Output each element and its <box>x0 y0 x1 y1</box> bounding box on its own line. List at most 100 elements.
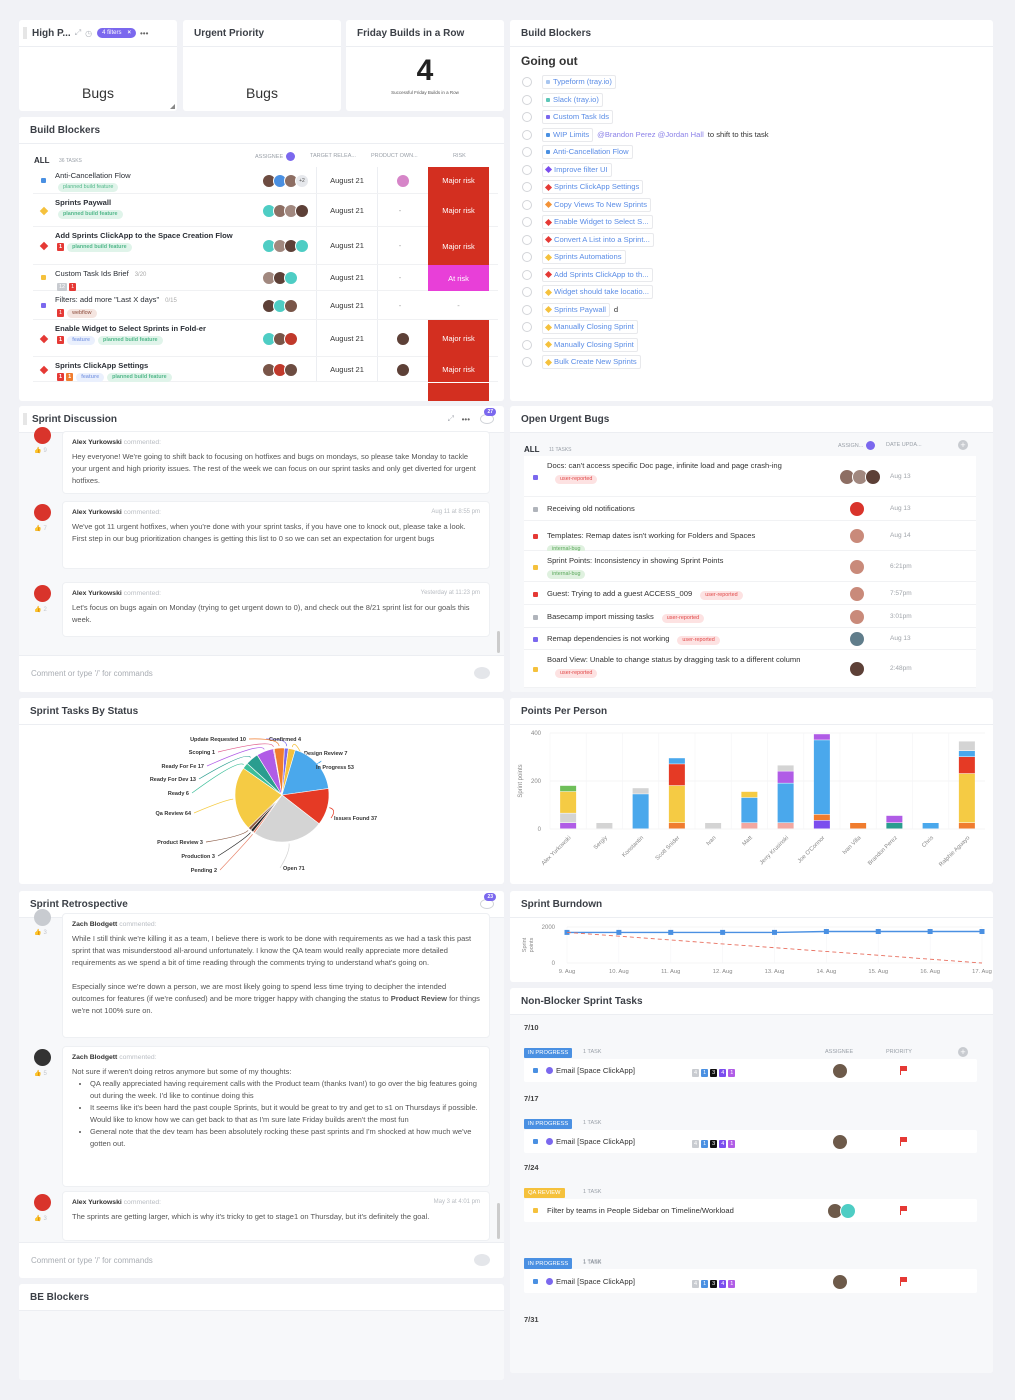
target-release-date[interactable]: August 21 <box>319 206 375 215</box>
bar-segment[interactable] <box>777 771 794 783</box>
bar-segment[interactable] <box>922 823 939 829</box>
risk-cell[interactable]: Major risk <box>428 167 489 194</box>
risk-cell[interactable]: Major risk <box>428 357 489 382</box>
tag[interactable]: user-reported <box>555 475 598 484</box>
task-link-chip[interactable]: Sprints Automations <box>542 250 626 264</box>
table-row[interactable]: Custom Task Ids Brief 3/20 12 1 August 21- At… <box>33 265 498 291</box>
task-title[interactable]: Sprints Paywall planned build feature <box>55 197 245 219</box>
commenter-avatar[interactable] <box>34 585 51 602</box>
checkbox[interactable] <box>522 164 532 175</box>
product-owner-empty[interactable]: - <box>380 206 420 215</box>
status-icon[interactable] <box>533 667 538 672</box>
assignee-avatars[interactable] <box>849 608 865 625</box>
like-button[interactable]: 👍 2 <box>34 606 47 613</box>
table-row[interactable]: Enable Widget to Select Sprints in Fold-… <box>33 320 498 357</box>
assignee-avatars[interactable] <box>832 1063 848 1079</box>
tag[interactable]: planned build feature <box>67 243 132 252</box>
risk-cell[interactable]: - <box>428 291 489 320</box>
checkbox[interactable] <box>522 77 532 87</box>
bar-segment[interactable] <box>741 823 758 829</box>
assignee-avatars[interactable] <box>262 271 298 285</box>
tag[interactable]: user-reported <box>661 613 705 623</box>
drag-handle-icon[interactable] <box>23 27 27 39</box>
add-column-icon[interactable]: + <box>958 1047 968 1057</box>
table-row[interactable]: Anti-Cancellation Flow planned build feat… <box>33 167 498 194</box>
task-title[interactable]: Filters: add more "Last X days" 0/15 1 webf… <box>55 294 245 318</box>
task-title[interactable]: Enable Widget to Select Sprints in Fold-… <box>55 323 245 345</box>
table-row[interactable]: Docs: can't access specific Doc page, in… <box>524 456 976 497</box>
status-group-pill[interactable]: IN PROGRESS <box>524 1259 573 1269</box>
column-header-priority[interactable]: PRIORITY <box>886 1049 912 1055</box>
task-title[interactable]: Board View: Unable to change status by d… <box>547 654 847 678</box>
sort-icon[interactable] <box>286 152 296 161</box>
tag[interactable]: planned build feature <box>58 210 123 219</box>
task-link-chip[interactable]: Manually Closing Sprint <box>542 320 638 334</box>
comment-input[interactable]: Comment or type '/' for commands <box>19 1242 504 1278</box>
like-button[interactable]: 👍 5 <box>34 1070 47 1077</box>
comment-bubble-icon[interactable] <box>474 667 490 679</box>
risk-cell[interactable]: Major risk <box>428 227 489 265</box>
product-owner-empty[interactable]: - <box>380 241 420 250</box>
comment-author[interactable]: Zach Blodgett <box>72 921 117 928</box>
table-row[interactable]: Templates: Remap dates isn't working for… <box>524 521 976 554</box>
bar-segment[interactable] <box>632 788 649 794</box>
bar-segment[interactable] <box>560 813 577 823</box>
status-icon[interactable] <box>533 1068 538 1073</box>
column-header-owner[interactable]: PRODUCT OWN... <box>371 153 418 159</box>
bar-segment[interactable] <box>632 794 649 829</box>
bar-segment[interactable] <box>560 785 577 792</box>
table-row[interactable]: Sprints ClickApp Settings 1 1 feature planne… <box>33 357 498 382</box>
commenter-avatar[interactable] <box>34 909 51 926</box>
bar-segment[interactable] <box>777 823 794 829</box>
sprint-group-label[interactable]: 7/24 <box>524 1163 539 1172</box>
status-icon[interactable] <box>533 614 538 620</box>
status-icon[interactable] <box>533 534 538 539</box>
product-owner-avatar[interactable] <box>396 331 410 346</box>
table-row[interactable]: Guest: Trying to add a guest ACCESS_009 u… <box>524 582 976 605</box>
assignee-avatars[interactable] <box>262 298 298 313</box>
target-release-date[interactable]: August 21 <box>319 176 375 185</box>
table-row[interactable]: Board View: Unable to change status by d… <box>524 650 976 688</box>
checkbox[interactable] <box>522 322 532 332</box>
status-icon[interactable] <box>41 302 46 308</box>
checkbox[interactable] <box>522 217 532 227</box>
status-icon[interactable] <box>533 474 538 480</box>
data-point[interactable] <box>979 929 985 934</box>
product-owner-avatar[interactable] <box>396 173 410 188</box>
assignee-avatars[interactable] <box>832 1274 848 1290</box>
task-link-chip[interactable]: Bulk Create New Sprints <box>542 355 641 369</box>
sprint-group-label[interactable]: 7/17 <box>524 1094 539 1103</box>
comment-author[interactable]: Alex Yurkowski <box>72 439 122 446</box>
bar-segment[interactable] <box>777 783 794 823</box>
product-owner-empty[interactable]: - <box>380 301 420 310</box>
more-icon[interactable]: ••• <box>140 29 148 38</box>
assignee-avatars[interactable] <box>849 528 865 544</box>
task-title[interactable]: Add Sprints ClickApp to the Space Creati… <box>55 230 245 252</box>
assignee-avatars[interactable]: +2 <box>262 173 309 188</box>
table-row[interactable]: Email [Space ClickApp]41341 <box>524 1059 977 1082</box>
risk-cell[interactable]: At risk <box>428 265 489 291</box>
task-link-chip[interactable]: Typeform (tray.io) <box>542 75 616 89</box>
checkbox[interactable] <box>522 304 532 315</box>
column-header-risk[interactable]: RISK <box>453 153 466 159</box>
comment-author[interactable]: Zach Blodgett <box>72 1054 117 1061</box>
bar-segment[interactable] <box>668 823 685 829</box>
assignee-avatars[interactable] <box>262 331 298 346</box>
target-release-date[interactable]: August 21 <box>319 301 375 310</box>
table-row[interactable]: Email [Space ClickApp]41341 <box>524 1130 977 1153</box>
comment-author[interactable]: Alex Yurkowski <box>72 1199 122 1206</box>
task-link-chip[interactable]: Sprints Paywall <box>542 302 610 317</box>
column-header-assignee[interactable]: ASSIGNEE <box>825 1049 853 1055</box>
table-row[interactable]: Remap dependencies is not working user-re… <box>524 628 976 650</box>
assignee-avatars[interactable] <box>849 558 865 575</box>
bar-segment[interactable] <box>850 823 867 829</box>
commenter-avatar[interactable] <box>34 504 51 521</box>
status-icon[interactable] <box>533 1279 538 1284</box>
task-link-chip[interactable]: Slack (tray.io) <box>542 92 603 107</box>
checkbox[interactable] <box>522 147 532 157</box>
bar-segment[interactable] <box>886 815 903 823</box>
resize-handle-icon[interactable] <box>170 104 175 109</box>
extra-assignees[interactable]: +2 <box>295 173 309 188</box>
assignee-avatars[interactable] <box>827 1203 856 1219</box>
task-title[interactable]: Email [Space ClickApp] <box>556 1137 635 1146</box>
